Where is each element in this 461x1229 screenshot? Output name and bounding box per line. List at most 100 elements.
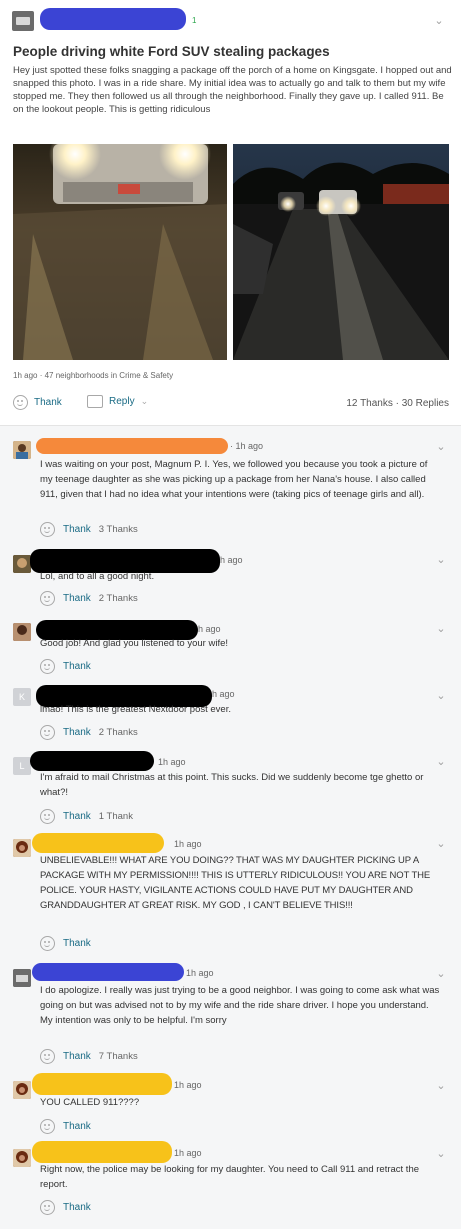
thanks-count[interactable]: 2 Thanks xyxy=(99,593,138,604)
comment-time: 1h ago xyxy=(158,757,186,767)
post-photo-2[interactable] xyxy=(233,144,449,360)
smile-icon[interactable] xyxy=(40,1049,55,1064)
comment-chevron-down-icon[interactable]: ⌄ xyxy=(436,1081,446,1092)
comment: 1h ago ⌄ I do apologize. I really was ju… xyxy=(0,963,461,1073)
smile-icon[interactable] xyxy=(40,659,55,674)
thank-button[interactable]: Thank xyxy=(63,661,91,672)
thanks-count[interactable]: 3 Thanks xyxy=(99,524,138,535)
comment-text: I do apologize. I really was just trying… xyxy=(40,985,440,1026)
comment: h ago ⌄ Good job! And glad you listened … xyxy=(0,618,461,678)
post-reply-button[interactable]: Reply ⌄ xyxy=(87,395,148,408)
comment-actions: Thank xyxy=(40,659,99,674)
thank-button[interactable]: Thank xyxy=(63,1121,91,1132)
commenter-avatar[interactable]: K xyxy=(13,688,31,706)
thank-button[interactable]: Thank xyxy=(63,593,91,604)
commenter-name-redaction xyxy=(36,438,228,454)
smile-icon[interactable] xyxy=(40,522,55,537)
comment-time: 1h ago xyxy=(186,968,214,978)
comment-time: 1h ago xyxy=(174,1080,202,1090)
post-title: People driving white Ford SUV stealing p… xyxy=(13,44,330,59)
comment-actions: Thank 3 Thanks xyxy=(40,522,138,537)
commenter-avatar[interactable] xyxy=(13,969,31,987)
comment-chevron-down-icon[interactable]: ⌄ xyxy=(436,624,446,635)
comment-actions: Thank xyxy=(40,936,99,951)
photo-2-image xyxy=(233,144,449,360)
post-actions: Thank Reply ⌄ 12 Thanks · 30 Replies xyxy=(0,395,461,415)
smile-icon[interactable] xyxy=(40,1200,55,1215)
post-photo-1[interactable] xyxy=(13,144,227,360)
comment-text: UNBELIEVABLE!!! WHAT ARE YOU DOING?? THA… xyxy=(40,855,431,911)
comment-time: h ago xyxy=(220,555,243,565)
comment-actions: Thank 7 Thanks xyxy=(40,1049,138,1064)
comment-chevron-down-icon[interactable]: ⌄ xyxy=(436,839,446,850)
comment: 1h ago ⌄ UNBELIEVABLE!!! WHAT ARE YOU DO… xyxy=(0,833,461,958)
comment-actions: Thank xyxy=(40,1200,99,1215)
commenter-name-redaction xyxy=(32,1141,172,1163)
avatar-image xyxy=(13,1081,31,1099)
thank-button[interactable]: Thank xyxy=(63,1051,91,1062)
comment-chevron-down-icon[interactable]: ⌄ xyxy=(436,1149,446,1160)
smile-icon[interactable] xyxy=(40,725,55,740)
comment-time: · 1h ago xyxy=(230,441,264,451)
commenter-avatar[interactable] xyxy=(13,623,31,641)
avatar-image xyxy=(13,1149,31,1167)
comment: 1h ago ⌄ YOU CALLED 911???? Thank xyxy=(0,1073,461,1138)
comment-chevron-down-icon[interactable]: ⌄ xyxy=(436,555,446,566)
author-avatar[interactable] xyxy=(12,11,34,31)
smile-icon[interactable] xyxy=(40,591,55,606)
comment-text: I was waiting on your post, Magnum P. I.… xyxy=(40,459,428,500)
thank-button[interactable]: Thank xyxy=(63,1202,91,1213)
commenter-avatar[interactable] xyxy=(13,839,31,857)
comments-list: · 1h ago ⌄ I was waiting on your post, M… xyxy=(0,425,461,1229)
smile-icon[interactable] xyxy=(40,936,55,951)
commenter-avatar[interactable] xyxy=(13,441,31,459)
comment-chevron-down-icon[interactable]: ⌄ xyxy=(436,757,446,768)
avatar-letter: K xyxy=(18,692,25,702)
comment-text: YOU CALLED 911???? xyxy=(40,1097,140,1108)
comment-time: h ago xyxy=(212,689,235,699)
comment-time: h ago xyxy=(198,624,221,634)
comment-text: Good job! And glad you listened to your … xyxy=(40,638,229,649)
thanks-count[interactable]: 1 Thank xyxy=(99,811,133,822)
thanks-count[interactable]: 7 Thanks xyxy=(99,1051,138,1062)
thank-button[interactable]: Thank xyxy=(63,938,91,949)
comment-time: 1h ago xyxy=(174,1148,202,1158)
commenter-avatar[interactable] xyxy=(13,1081,31,1099)
post-counts[interactable]: 12 Thanks · 30 Replies xyxy=(346,398,449,409)
thank-button[interactable]: Thank xyxy=(63,727,91,738)
author-name-redaction xyxy=(40,8,186,30)
thank-button[interactable]: Thank xyxy=(63,524,91,535)
comment-chevron-down-icon[interactable]: ⌄ xyxy=(436,691,446,702)
commenter-name-redaction xyxy=(30,751,154,771)
avatar-image xyxy=(13,969,31,987)
comment: L 1h ago ⌄ I'm afraid to mail Christmas … xyxy=(0,751,461,829)
commenter-name-redaction xyxy=(32,963,184,981)
smile-icon[interactable] xyxy=(40,1119,55,1134)
comment-chevron-down-icon[interactable]: ⌄ xyxy=(436,442,446,453)
comment-actions: Thank 2 Thanks xyxy=(40,591,138,606)
smile-icon[interactable] xyxy=(40,809,55,824)
avatar-image xyxy=(13,623,31,641)
thank-button[interactable]: Thank xyxy=(63,811,91,822)
comment: h ago ⌄ Lol, and to all a good night. Th… xyxy=(0,549,461,609)
smile-icon xyxy=(13,395,28,410)
post-chevron-down-icon[interactable]: ⌄ xyxy=(434,16,444,27)
avatar-image xyxy=(13,441,31,459)
commenter-avatar[interactable] xyxy=(13,555,31,573)
comment-text: Right now, the police may be looking for… xyxy=(40,1164,420,1190)
commenter-avatar[interactable] xyxy=(13,1149,31,1167)
comment: · 1h ago ⌄ I was waiting on your post, M… xyxy=(0,438,461,548)
comment-actions: Thank xyxy=(40,1119,99,1134)
comment-chevron-down-icon[interactable]: ⌄ xyxy=(436,969,446,980)
post-meta: 1h ago · 47 neighborhoods in Crime & Saf… xyxy=(13,371,174,380)
commenter-name-redaction xyxy=(32,833,164,853)
photo-1-image xyxy=(13,144,227,360)
comment-text: Lol, and to all a good night. xyxy=(40,571,155,582)
thanks-count[interactable]: 2 Thanks xyxy=(99,727,138,738)
post-card: 1 ⌄ People driving white Ford SUV steali… xyxy=(0,0,461,425)
comment: K h ago ⌄ lmao! This is the greatest Nex… xyxy=(0,685,461,747)
post-thank-button[interactable]: Thank xyxy=(13,395,62,410)
comment-text: lmao! This is the greatest Nextdoor post… xyxy=(40,704,231,715)
comment: 1h ago ⌄ Right now, the police may be lo… xyxy=(0,1141,461,1226)
commenter-avatar[interactable]: L xyxy=(13,757,31,775)
